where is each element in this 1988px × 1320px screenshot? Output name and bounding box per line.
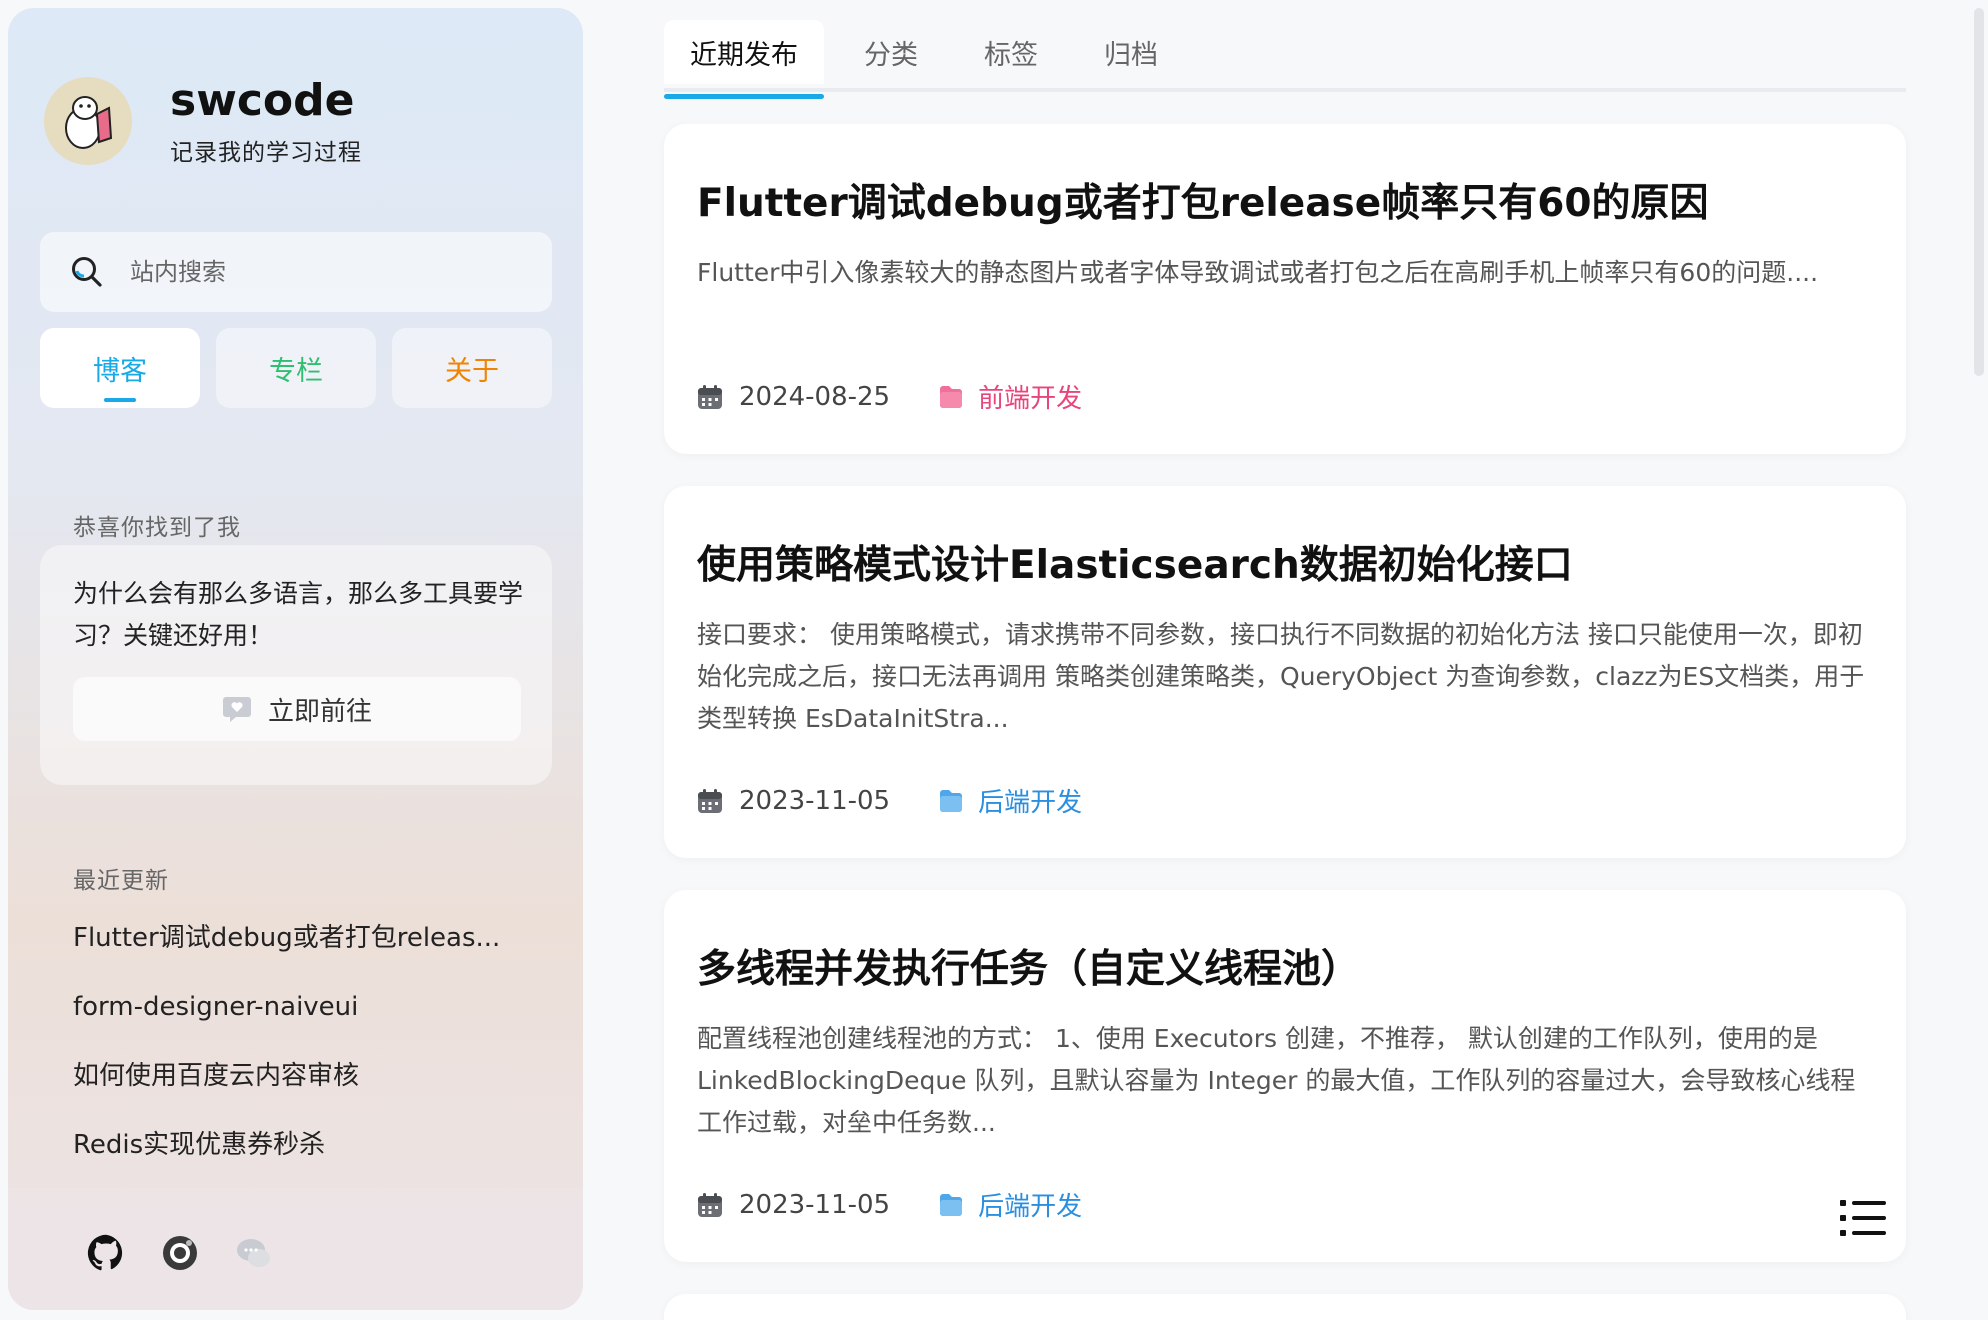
heart-chat-icon	[222, 697, 251, 722]
nav-tab-blog[interactable]: 博客	[40, 328, 200, 408]
camera-icon	[163, 1236, 197, 1270]
scrollbar-thumb[interactable]	[1974, 8, 1984, 376]
folder-icon	[940, 1193, 963, 1216]
sidebar-nav: 博客 专栏 关于	[40, 328, 552, 408]
active-tab-indicator	[664, 94, 824, 99]
post-category[interactable]: 后端开发	[978, 1186, 1082, 1223]
post-category[interactable]: 前端开发	[978, 378, 1082, 415]
calendar-icon	[698, 384, 722, 409]
nav-tab-about[interactable]: 关于	[392, 328, 552, 408]
recent-item[interactable]: 如何使用百度云内容审核	[73, 1051, 553, 1120]
promo-go-label: 立即前往	[267, 696, 372, 727]
tab-archive[interactable]: 归档	[1078, 20, 1184, 84]
avatar-illustration-icon	[65, 96, 113, 149]
folder-icon	[940, 789, 963, 812]
post-summary: 接口要求： 使用策略模式，请求携带不同参数，接口执行不同数据的初始化方法 接口只…	[697, 620, 1865, 733]
calendar-icon	[698, 1192, 722, 1217]
nav-tab-column[interactable]: 专栏	[216, 328, 376, 408]
search-box[interactable]	[40, 232, 552, 312]
tab-label: 归档	[1104, 39, 1158, 71]
list-icon	[1840, 1200, 1886, 1236]
tab-tags[interactable]: 标签	[958, 20, 1064, 84]
promo-card: 为什么会有那么多语言，那么多工具要学习？关键还好用！ 立即前往	[40, 545, 552, 785]
post-card[interactable]: 使用策略模式设计Elasticsearch数据初始化接口 接口要求： 使用策略模…	[664, 486, 1906, 858]
tab-label: 标签	[984, 39, 1038, 71]
page-scrollbar[interactable]	[1974, 0, 1984, 1320]
post-card[interactable]	[664, 1294, 1906, 1320]
brand[interactable]: swcode 记录我的学习过程	[44, 75, 362, 167]
recent-item[interactable]: form-designer-naiveui	[73, 982, 553, 1051]
recent-heading: 最近更新	[73, 868, 169, 894]
site-tagline: 记录我的学习过程	[170, 140, 362, 166]
toc-button[interactable]	[1840, 1198, 1886, 1238]
recent-item[interactable]: Flutter调试debug或者打包releas...	[73, 913, 553, 982]
post-title[interactable]: 多线程并发执行任务（自定义线程池）	[697, 938, 1360, 994]
post-meta: 2023-11-05 后端开发	[697, 782, 1082, 819]
tab-label: 分类	[864, 39, 918, 71]
post-date: 2023-11-05	[739, 1189, 891, 1220]
post-title[interactable]: Flutter调试debug或者打包release帧率只有60的原因	[697, 172, 1708, 228]
calendar-icon	[698, 788, 722, 813]
post-summary: Flutter中引入像素较大的静态图片或者字体导致调试或者打包之后在高刷手机上帧…	[697, 258, 1819, 287]
nav-tab-label: 关于	[445, 355, 499, 387]
post-summary: 配置线程池创建线程池的方式： 1、使用 Executors 创建，不推荐， 默认…	[697, 1024, 1856, 1137]
promo-heading: 恭喜你找到了我	[73, 515, 241, 541]
promo-go-button[interactable]: 立即前往	[73, 677, 521, 741]
chat-link[interactable]	[234, 1233, 274, 1273]
tab-categories[interactable]: 分类	[838, 20, 944, 84]
folder-icon	[940, 385, 963, 408]
post-date: 2024-08-25	[739, 381, 891, 412]
github-icon	[87, 1234, 123, 1271]
tab-recent[interactable]: 近期发布	[664, 20, 824, 99]
post-category[interactable]: 后端开发	[978, 782, 1082, 819]
active-indicator	[104, 398, 136, 402]
github-link[interactable]	[86, 1233, 126, 1273]
search-input[interactable]	[130, 258, 530, 286]
sidebar: swcode 记录我的学习过程 博客 专栏 关于 恭喜你找到了我 为什么会有那么…	[8, 8, 583, 1310]
avatar[interactable]	[44, 77, 132, 165]
post-meta: 2023-11-05 后端开发	[697, 1186, 1082, 1223]
site-name[interactable]: swcode	[170, 75, 362, 127]
tabs-divider	[664, 88, 1906, 92]
tab-label: 近期发布	[690, 39, 798, 71]
recent-item[interactable]: Redis实现优惠券秒杀	[73, 1120, 553, 1189]
post-date: 2023-11-05	[739, 785, 891, 816]
post-card[interactable]: 多线程并发执行任务（自定义线程池） 配置线程池创建线程池的方式： 1、使用 Ex…	[664, 890, 1906, 1262]
camera-link[interactable]	[160, 1233, 200, 1273]
nav-tab-label: 专栏	[269, 355, 323, 387]
recent-list: Flutter调试debug或者打包releas... form-designe…	[73, 913, 553, 1189]
promo-text: 为什么会有那么多语言，那么多工具要学习？关键还好用！	[73, 579, 524, 650]
post-tabs: 近期发布 分类 标签 归档	[664, 12, 1198, 99]
post-card[interactable]: Flutter调试debug或者打包release帧率只有60的原因 Flutt…	[664, 124, 1906, 454]
post-meta: 2024-08-25 前端开发	[697, 378, 1082, 415]
chat-icon	[237, 1239, 270, 1267]
search-icon	[72, 257, 102, 287]
post-title[interactable]: 使用策略模式设计Elasticsearch数据初始化接口	[697, 534, 1573, 590]
nav-tab-label: 博客	[93, 355, 147, 387]
social-links	[86, 1233, 274, 1273]
